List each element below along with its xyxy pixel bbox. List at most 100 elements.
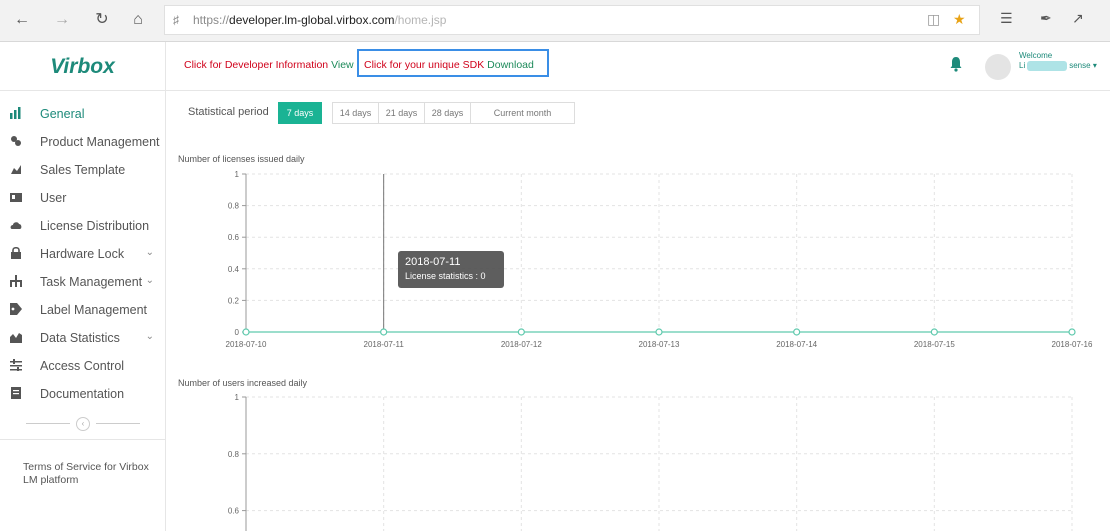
- chart-title-users: Number of users increased daily: [178, 378, 308, 388]
- sidebar-item-label: Data Statistics: [40, 331, 120, 345]
- chevron-down-icon: ⌄: [145, 331, 154, 342]
- username-redacted: [1027, 61, 1068, 71]
- reading-view-icon[interactable]: ◫: [927, 11, 940, 28]
- username[interactable]: Li sense ▾: [1019, 61, 1097, 71]
- period-button-28-days[interactable]: 28 days: [424, 102, 471, 124]
- url-text: https://developer.lm-global.virbox.com/h…: [193, 13, 446, 27]
- sidebar-item-label: Sales Template: [40, 163, 126, 177]
- x-tick-label: 2018-07-14: [776, 340, 817, 349]
- task-icon: [10, 275, 22, 287]
- product-icon: [11, 136, 21, 146]
- forward-icon[interactable]: →: [50, 8, 74, 32]
- chevron-down-icon: ⌄: [145, 275, 154, 286]
- y-tick-label: 0.4: [228, 265, 240, 274]
- sidebar-item-general[interactable]: General: [0, 101, 166, 129]
- refresh-icon[interactable]: ↻: [90, 8, 114, 32]
- data-point: [655, 328, 663, 336]
- welcome-text: Welcome: [1019, 51, 1053, 60]
- licenses-line-chart[interactable]: 00.20.40.60.812018-07-10 2018-07-11 2018-0…: [178, 164, 1110, 358]
- x-tick-label: 2018-07-11: [364, 340, 405, 349]
- pen-icon[interactable]: ✒: [1040, 10, 1052, 27]
- chart-tooltip: 2018-07-11 License statistics : 0: [398, 251, 504, 288]
- sidebar-item-label: Product Management: [40, 135, 160, 149]
- chart-title-licenses: Number of licenses issued daily: [178, 154, 305, 164]
- data-point: [1068, 328, 1076, 336]
- browser-toolbar: ← → ↻ ⌂ ♯ https://developer.lm-global.vi…: [0, 0, 1110, 42]
- divider: [26, 423, 70, 424]
- avatar[interactable]: [985, 54, 1011, 80]
- share-icon[interactable]: ↗: [1072, 10, 1084, 27]
- username-end: sense: [1069, 61, 1091, 71]
- sidebar: General Product Management Sales Templat…: [0, 91, 166, 531]
- sidebar-item-label: User: [40, 191, 67, 205]
- url-scheme: https://: [193, 13, 230, 27]
- sliders-icon: [10, 359, 22, 371]
- y-tick-label: 0.6: [228, 233, 240, 242]
- sidebar-item-label-management[interactable]: Label Management: [0, 297, 166, 325]
- sidebar-item-label: Label Management: [40, 303, 148, 317]
- y-tick-label: 0.8: [228, 202, 240, 211]
- sidebar-item-task-management[interactable]: Task Management ⌄: [0, 269, 166, 297]
- x-tick-label: 2018-07-13: [639, 340, 680, 349]
- tag-icon: [10, 303, 22, 315]
- stats-icon: [10, 333, 22, 343]
- url-path: /home.jsp: [394, 13, 447, 27]
- x-tick-label: 2018-07-16: [1052, 340, 1093, 349]
- sidebar-item-license-distribution[interactable]: License Distribution: [0, 213, 166, 241]
- y-tick-label: 0.6: [228, 507, 240, 516]
- cloud-icon: [10, 222, 22, 229]
- back-icon[interactable]: ←: [10, 8, 34, 32]
- sidebar-item-label: Access Control: [40, 359, 125, 373]
- favorites-hub-icon[interactable]: ☰: [1000, 10, 1013, 27]
- sdk-download-link[interactable]: Download: [487, 59, 534, 71]
- developer-info-notice[interactable]: Click for Developer Information View: [184, 59, 354, 71]
- divider: [96, 423, 140, 424]
- sidebar-item-access-control[interactable]: Access Control: [0, 353, 166, 381]
- period-button-21-days[interactable]: 21 days: [378, 102, 425, 124]
- x-tick-label: 2018-07-12: [501, 340, 542, 349]
- developer-info-text: Click for Developer Information: [184, 59, 329, 71]
- divider: [0, 439, 166, 440]
- chevron-left-icon[interactable]: ‹: [76, 417, 90, 431]
- period-button-current-month[interactable]: Current month: [470, 102, 575, 124]
- sidebar-item-product-management[interactable]: Product Management: [0, 129, 166, 157]
- username-start: Li: [1019, 61, 1026, 71]
- sidebar-item-user[interactable]: User: [0, 185, 166, 213]
- sidebar-item-label: Documentation: [40, 387, 125, 401]
- address-bar[interactable]: ♯ https://developer.lm-global.virbox.com…: [164, 5, 980, 35]
- period-button-7-days[interactable]: 7 days: [278, 102, 322, 124]
- favorite-star-icon[interactable]: ★: [953, 11, 966, 28]
- y-tick-label: 1: [235, 170, 240, 179]
- data-point: [242, 328, 250, 336]
- url-domain: developer.lm-global.virbox.com: [229, 13, 395, 27]
- sdk-notice[interactable]: Click for your unique SDK Download: [364, 59, 534, 71]
- data-point: [380, 328, 388, 336]
- bar-chart-icon: [10, 107, 21, 119]
- x-tick-label: 2018-07-15: [914, 340, 955, 349]
- terms-link[interactable]: Terms of Service for Virbox LM platform: [23, 461, 163, 487]
- user-card-icon: [10, 193, 22, 202]
- y-tick-label: 0.8: [228, 450, 240, 459]
- sidebar-item-label: Task Management: [40, 275, 143, 289]
- sidebar-item-sales-template[interactable]: Sales Template: [0, 157, 166, 185]
- data-point: [793, 328, 801, 336]
- y-tick-label: 1: [235, 393, 240, 402]
- developer-info-link[interactable]: View: [331, 59, 354, 71]
- lock-icon: [11, 247, 21, 259]
- sidebar-collapse-toggle[interactable]: ‹: [26, 417, 140, 431]
- document-icon: [11, 387, 21, 399]
- tooltip-text: License statistics : 0: [405, 271, 486, 281]
- period-button-14-days[interactable]: 14 days: [332, 102, 379, 124]
- sdk-text: Click for your unique SDK: [364, 59, 485, 71]
- chevron-down-icon: ⌄: [145, 247, 154, 258]
- sidebar-item-documentation[interactable]: Documentation: [0, 381, 166, 409]
- users-line-chart[interactable]: 0.6 0.8 1: [178, 388, 1110, 531]
- bell-icon[interactable]: [949, 56, 963, 72]
- tooltip-date: 2018-07-11: [405, 256, 461, 268]
- home-icon[interactable]: ⌂: [126, 8, 150, 32]
- sidebar-item-label: General: [40, 107, 85, 121]
- y-tick-label: 0: [235, 328, 240, 337]
- sidebar-item-hardware-lock[interactable]: Hardware Lock ⌄: [0, 241, 166, 269]
- template-icon: [11, 165, 21, 174]
- sidebar-item-data-statistics[interactable]: Data Statistics ⌄: [0, 325, 166, 353]
